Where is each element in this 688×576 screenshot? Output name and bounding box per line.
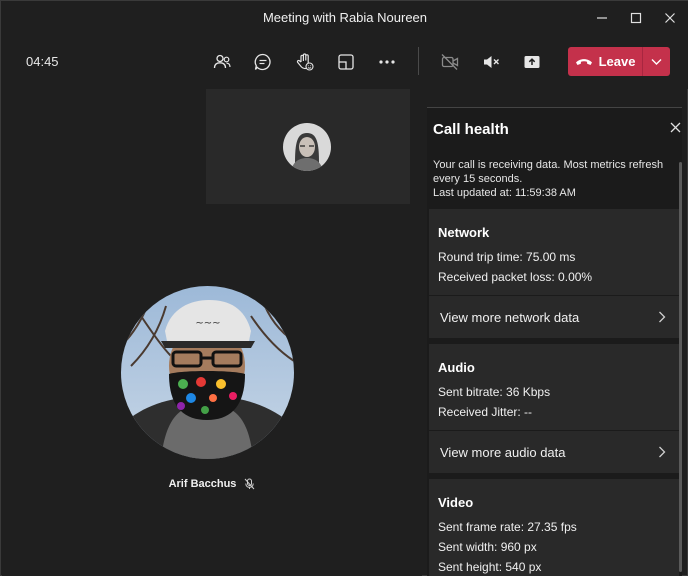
mute-button[interactable] bbox=[478, 49, 504, 75]
avatar: ~~~ bbox=[121, 286, 294, 459]
chevron-right-icon bbox=[659, 446, 666, 458]
breakout-rooms-button[interactable] bbox=[333, 49, 359, 75]
more-actions-button[interactable] bbox=[374, 49, 400, 75]
sent-width: Sent width: 960 px bbox=[438, 540, 537, 554]
chat-button[interactable] bbox=[250, 49, 276, 75]
chat-icon bbox=[254, 53, 271, 71]
share-icon bbox=[524, 56, 540, 68]
rooms-icon bbox=[338, 54, 354, 70]
svg-text:~~~: ~~~ bbox=[195, 318, 220, 329]
camera-off-icon bbox=[441, 54, 459, 70]
leave-button[interactable]: Leave bbox=[568, 47, 642, 76]
panel-title: Call health bbox=[433, 121, 509, 138]
raise-hand-icon bbox=[296, 53, 314, 71]
network-card: Network Round trip time: 75.00 ms Receiv… bbox=[429, 209, 679, 338]
sent-frame-rate: Sent frame rate: 27.35 fps bbox=[438, 520, 577, 534]
app-window: Meeting with Rabia Noureen 04:45 Leave ~… bbox=[0, 0, 688, 576]
participants-button[interactable] bbox=[209, 49, 235, 75]
close-icon bbox=[665, 13, 675, 23]
audio-heading: Audio bbox=[438, 360, 475, 375]
view-audio-data-label: View more audio data bbox=[440, 445, 566, 460]
people-icon bbox=[213, 54, 231, 69]
leave-options-button[interactable] bbox=[643, 47, 670, 76]
mic-muted-icon bbox=[245, 478, 255, 490]
share-screen-button[interactable] bbox=[519, 49, 545, 75]
speaker-muted-icon bbox=[484, 56, 499, 68]
view-network-data-label: View more network data bbox=[440, 310, 580, 325]
person-photo-icon bbox=[283, 123, 331, 171]
toolbar-divider bbox=[418, 47, 419, 75]
maximize-button[interactable] bbox=[625, 7, 647, 29]
meeting-stage: ~~~ Arif Bacchus bbox=[2, 89, 422, 576]
window-title: Meeting with Rabia Noureen bbox=[262, 10, 428, 25]
person-photo-icon: ~~~ bbox=[121, 286, 294, 459]
view-audio-data-button[interactable]: View more audio data bbox=[429, 431, 679, 473]
meeting-timer: 04:45 bbox=[26, 54, 59, 69]
panel-scrollbar[interactable] bbox=[679, 162, 682, 572]
participant-tile[interactable] bbox=[206, 89, 410, 204]
sent-height: Sent height: 540 px bbox=[438, 560, 542, 574]
round-trip-time: Round trip time: 75.00 ms bbox=[438, 250, 576, 264]
hang-up-icon bbox=[575, 58, 592, 65]
packet-loss: Received packet loss: 0.00% bbox=[438, 270, 593, 284]
participant-name: Arif Bacchus bbox=[168, 478, 237, 490]
leave-control: Leave bbox=[568, 47, 670, 76]
close-icon bbox=[670, 122, 680, 132]
view-network-data-button[interactable]: View more network data bbox=[429, 296, 679, 338]
avatar bbox=[283, 123, 331, 171]
audio-card: Audio Sent bitrate: 36 Kbps Received Jit… bbox=[429, 344, 679, 473]
window-close-button[interactable] bbox=[659, 7, 681, 29]
panel-description: Your call is receiving data. Most metric… bbox=[433, 158, 673, 200]
chevron-down-icon bbox=[651, 58, 662, 65]
chevron-right-icon bbox=[659, 311, 666, 323]
sent-bitrate: Sent bitrate: 36 Kbps bbox=[438, 385, 551, 399]
maximize-icon bbox=[630, 12, 642, 24]
refresh-note: Your call is receiving data. Most metric… bbox=[433, 159, 664, 185]
meeting-toolbar: 04:45 Leave bbox=[1, 35, 688, 89]
title-bar: Meeting with Rabia Noureen bbox=[1, 1, 688, 35]
more-icon bbox=[379, 60, 395, 64]
video-card: Video Sent frame rate: 27.35 fps Sent wi… bbox=[429, 479, 679, 576]
network-heading: Network bbox=[438, 225, 490, 240]
last-updated: Last updated at: 11:59:38 AM bbox=[433, 187, 576, 199]
video-heading: Video bbox=[438, 495, 474, 510]
call-health-panel: Call health Your call is receiving data.… bbox=[427, 107, 682, 576]
received-jitter: Received Jitter: -- bbox=[438, 405, 533, 419]
participant-name-label: Arif Bacchus bbox=[152, 478, 272, 490]
camera-button[interactable] bbox=[437, 49, 463, 75]
leave-label: Leave bbox=[598, 54, 636, 69]
panel-close-button[interactable] bbox=[668, 120, 682, 134]
minimize-icon bbox=[597, 17, 607, 19]
reactions-button[interactable] bbox=[292, 49, 318, 75]
minimize-button[interactable] bbox=[591, 7, 613, 29]
